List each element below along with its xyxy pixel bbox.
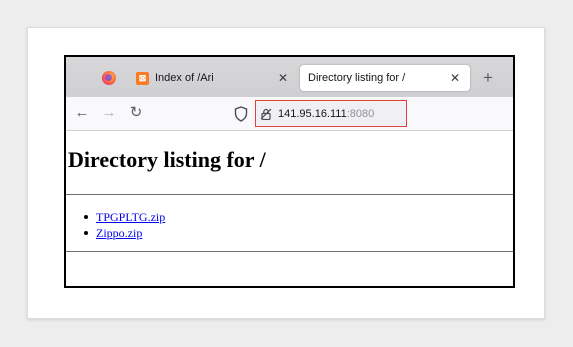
lock-warning-icon[interactable] xyxy=(260,108,272,120)
list-item: Zippo.zip xyxy=(82,225,165,241)
tab-title: Index of /Ari xyxy=(155,72,214,84)
file-link-tpgpltg-zip[interactable]: TPGPLTG.zip xyxy=(96,210,165,224)
divider xyxy=(66,194,513,195)
browser-window: ⊠ Index of /Ari ✕ Directory listing for … xyxy=(64,55,515,288)
tab-directory-listing[interactable]: Directory listing for / ✕ xyxy=(300,65,470,91)
new-tab-button[interactable]: + xyxy=(478,67,498,89)
list-item: TPGPLTG.zip xyxy=(82,209,165,225)
page-title: Directory listing for / xyxy=(68,147,266,172)
navigation-bar: ← → ↻ 141.95.16.111 :8080 xyxy=(66,97,513,131)
firefox-logo-icon[interactable] xyxy=(102,71,116,85)
file-link-zippo-zip[interactable]: Zippo.zip xyxy=(96,226,142,240)
tab-index-of-ari[interactable]: ⊠ Index of /Ari ✕ xyxy=(132,65,298,91)
close-icon[interactable]: ✕ xyxy=(448,71,462,85)
divider xyxy=(66,251,513,252)
xampp-icon: ⊠ xyxy=(136,71,149,85)
tab-title: Directory listing for / xyxy=(308,72,406,84)
reload-button[interactable]: ↻ xyxy=(127,104,145,122)
shield-icon[interactable] xyxy=(234,106,248,122)
close-icon[interactable]: ✕ xyxy=(276,71,290,85)
url-bar[interactable]: 141.95.16.111 :8080 xyxy=(255,100,407,127)
tab-strip: ⊠ Index of /Ari ✕ Directory listing for … xyxy=(66,57,513,97)
file-list: TPGPLTG.zip Zippo.zip xyxy=(82,209,165,241)
url-port: :8080 xyxy=(346,107,375,120)
url-host: 141.95.16.111 xyxy=(278,107,347,120)
back-button[interactable]: ← xyxy=(73,104,91,122)
forward-button[interactable]: → xyxy=(100,104,118,122)
